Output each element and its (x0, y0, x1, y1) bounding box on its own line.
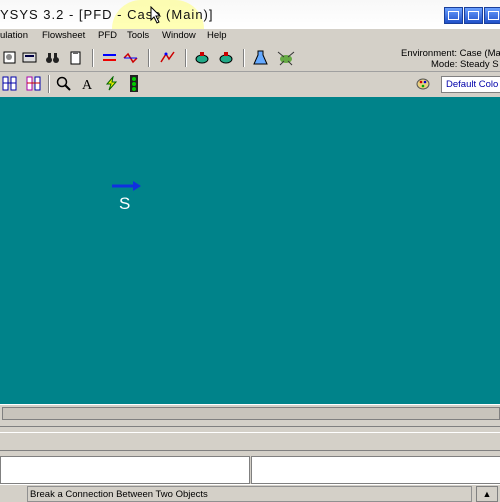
window-close-button[interactable] (484, 7, 500, 24)
ant-icon[interactable] (276, 48, 296, 67)
window-restore-button[interactable] (464, 7, 483, 24)
toolbar-separator (92, 49, 94, 67)
menu-simulation[interactable]: ulation (0, 30, 28, 41)
lower-panel (0, 420, 500, 456)
toolbar-separator (185, 49, 187, 67)
material-stream-icon[interactable] (102, 50, 117, 65)
mode-label: Mode: Steady S (431, 59, 499, 70)
toolbar-separator (243, 49, 245, 67)
divider (0, 450, 500, 451)
menu-help[interactable]: Help (207, 30, 227, 41)
main-toolbar: Environment: Case (Ma Mode: Steady S (0, 44, 500, 72)
menu-tools[interactable]: Tools (127, 30, 149, 41)
pfd-toolbar: A (0, 72, 500, 97)
material-stream-arrow-icon[interactable] (112, 180, 142, 192)
column-icon[interactable] (2, 76, 17, 91)
window-title: YSYS 3.2 - [PFD - Case (Main)] (0, 7, 214, 22)
divider (0, 426, 500, 427)
menu-window[interactable]: Window (162, 30, 196, 41)
heat-exchanger-icon[interactable] (123, 50, 138, 65)
horizontal-scrollbar[interactable] (0, 404, 500, 420)
object-status-field[interactable] (0, 456, 250, 484)
environment-label: Environment: Case (Ma (401, 48, 500, 59)
lightning-icon[interactable] (104, 76, 119, 91)
traffic-light-icon[interactable] (128, 74, 140, 93)
flask-icon[interactable] (253, 50, 268, 65)
color-scheme-select[interactable]: Default Colo (441, 76, 500, 93)
title-bar: YSYS 3.2 - [PFD - Case (Main)] (0, 0, 500, 58)
divider (0, 432, 500, 433)
binoculars-icon[interactable] (45, 50, 60, 65)
stream-label[interactable]: S (119, 194, 130, 214)
subflowsheet-icon[interactable] (26, 76, 41, 91)
zoom-icon[interactable] (56, 76, 71, 91)
palette-icon[interactable] (416, 76, 431, 91)
clipboard-icon[interactable] (68, 50, 83, 65)
mouse-cursor-icon (150, 6, 162, 24)
compressor-icon[interactable] (219, 50, 234, 65)
report-icon[interactable] (22, 50, 37, 65)
text-tool-icon[interactable]: A (80, 76, 95, 91)
toolbar-separator (48, 75, 50, 93)
menu-pfd[interactable]: PFD (98, 30, 117, 41)
svg-text:A: A (82, 78, 93, 91)
menu-bar: ulation Flowsheet PFD Tools Window Help (0, 29, 500, 44)
menu-flowsheet[interactable]: Flowsheet (42, 30, 85, 41)
window-tile-button[interactable] (444, 7, 463, 24)
valve-icon[interactable] (160, 50, 175, 65)
workbook-icon[interactable] (2, 50, 17, 65)
status-message: Break a Connection Between Two Objects (30, 489, 208, 500)
pfd-canvas[interactable] (0, 97, 500, 404)
trace-field[interactable] (251, 456, 500, 484)
toolbar-separator (148, 49, 150, 67)
scrollbar-track[interactable] (2, 407, 500, 420)
pump-icon[interactable] (195, 50, 210, 65)
